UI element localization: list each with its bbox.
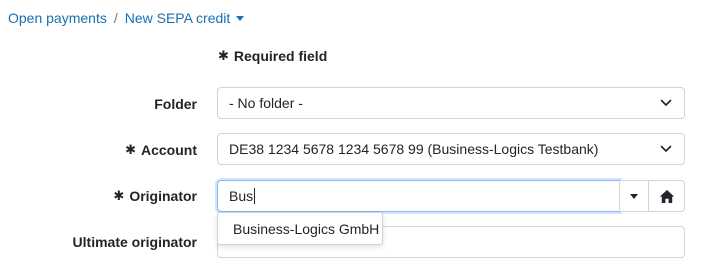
account-select[interactable]: DE38 1234 5678 1234 5678 99 (Business-Lo… [217, 133, 685, 165]
required-field-text: Required field [233, 48, 328, 64]
asterisk-icon: ✱ [218, 48, 229, 63]
originator-suggestion-list: Business-Logics GmbH [217, 212, 383, 245]
originator-home-button[interactable] [648, 180, 685, 212]
caret-down-icon [630, 193, 638, 199]
chevron-down-icon [660, 145, 672, 152]
caret-down-icon[interactable] [236, 15, 245, 21]
originator-dropdown-button[interactable] [619, 180, 649, 212]
account-select-value: DE38 1234 5678 1234 5678 99 (Business-Lo… [229, 141, 599, 157]
account-label-text: Account [141, 142, 197, 158]
breadcrumb-separator: / [113, 10, 118, 26]
folder-select-value: - No folder - [229, 95, 303, 111]
asterisk-icon: ✱ [125, 142, 136, 157]
asterisk-icon: ✱ [113, 188, 125, 203]
folder-label: Folder [154, 94, 197, 114]
account-label: ✱ Account [125, 140, 197, 160]
breadcrumb: Open payments / New SEPA credit [8, 8, 245, 28]
breadcrumb-new-sepa-credit[interactable]: New SEPA credit [125, 10, 231, 26]
required-field-note: ✱ Required field [218, 48, 327, 64]
ultimate-originator-label-text: Ultimate originator [72, 234, 197, 250]
originator-suggestion-item[interactable]: Business-Logics GmbH [233, 221, 379, 237]
breadcrumb-open-payments[interactable]: Open payments [8, 10, 107, 26]
ultimate-originator-label: Ultimate originator [73, 232, 197, 252]
originator-label: ✱ Originator [113, 186, 197, 206]
home-icon [659, 189, 674, 203]
folder-label-text: Folder [154, 96, 197, 112]
originator-label-text: Originator [129, 188, 197, 204]
text-cursor [254, 188, 256, 204]
originator-input-value: Bus [229, 188, 254, 204]
originator-input[interactable]: Bus [217, 180, 620, 212]
chevron-down-icon [660, 99, 672, 106]
folder-select[interactable]: - No folder - [217, 87, 685, 119]
